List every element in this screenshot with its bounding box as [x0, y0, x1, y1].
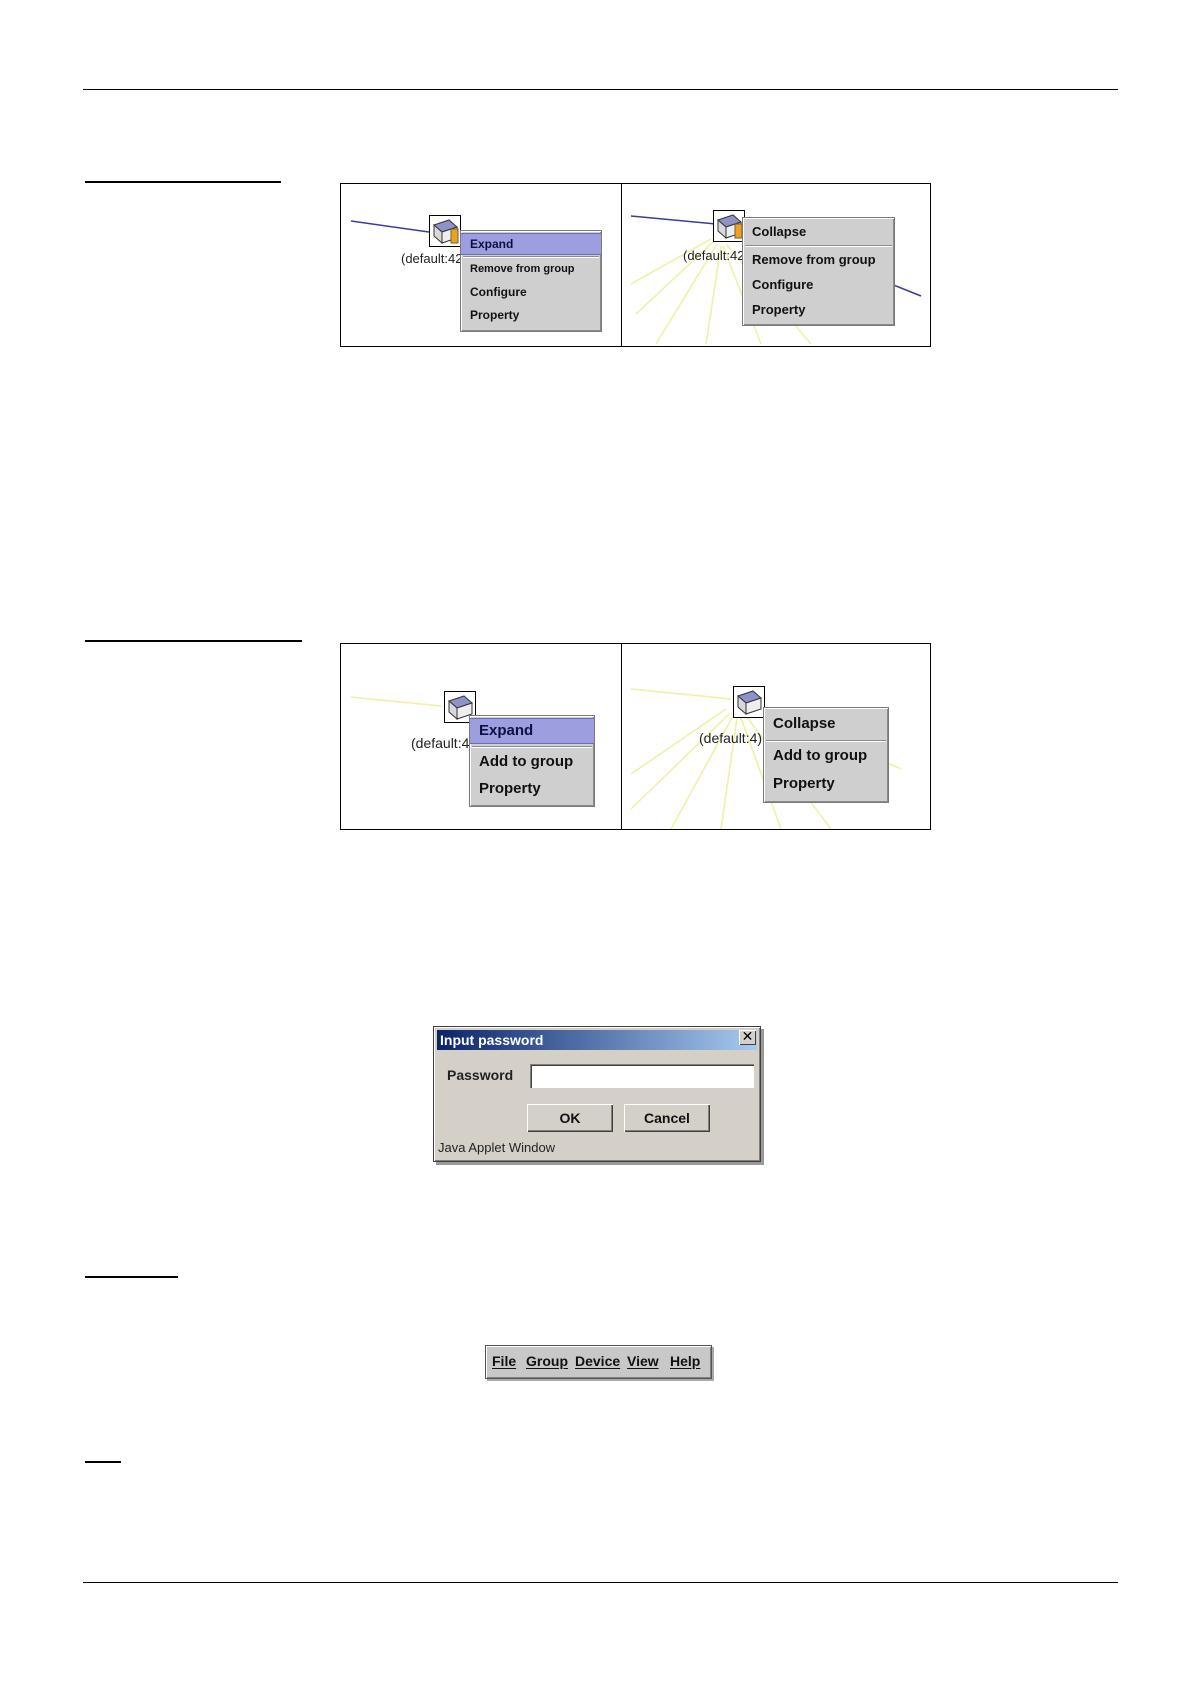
menu-item-add-to-group[interactable]: Add to group — [764, 744, 888, 768]
switch-device-icon[interactable] — [733, 686, 765, 718]
menu-item-property[interactable]: Property — [764, 772, 888, 796]
device-label: (default:4 — [411, 735, 470, 751]
menu-item-property[interactable]: Property — [461, 305, 601, 325]
menu-item-property[interactable]: Property — [470, 777, 594, 801]
menu-item-collapse[interactable]: Collapse — [743, 221, 894, 243]
menu-item-configure[interactable]: Configure — [743, 274, 894, 296]
menu-help[interactable]: Help — [670, 1353, 700, 1369]
cancel-button[interactable]: Cancel — [624, 1104, 710, 1132]
menu-view[interactable]: View — [627, 1353, 659, 1369]
applet-status-text: Java Applet Window — [438, 1140, 556, 1155]
panel-divider — [621, 644, 622, 829]
password-input[interactable] — [530, 1064, 754, 1088]
password-label: Password — [447, 1067, 514, 1083]
menu-item-remove-from-group[interactable]: Remove from group — [743, 249, 894, 271]
device-context-menu: Collapse Remove from group Configure Pro… — [742, 217, 895, 326]
figure-group-menu-screenshot: (default:42 Expand Remove from group Con… — [340, 183, 931, 347]
menu-item-collapse[interactable]: Collapse — [764, 712, 888, 736]
password-dialog: Input password ✕ Password OK Cancel Java… — [433, 1026, 761, 1162]
menu-separator — [472, 746, 592, 748]
menu-item-configure[interactable]: Configure — [461, 282, 601, 302]
section-underline-1 — [85, 181, 281, 183]
menu-item-add-to-group[interactable]: Add to group — [470, 750, 594, 774]
switch-device-icon[interactable] — [429, 215, 461, 247]
figure-device-menu-screenshot: (default:4 Expand Add to group Property … — [340, 643, 931, 830]
close-icon[interactable]: ✕ — [739, 1030, 756, 1045]
section-underline-4 — [85, 1461, 121, 1463]
device-context-menu: Expand Add to group Property — [469, 715, 595, 807]
menu-device[interactable]: Device — [575, 1353, 620, 1369]
ok-button[interactable]: OK — [527, 1104, 613, 1132]
section-underline-2 — [85, 640, 302, 642]
section-underline-3 — [85, 1276, 178, 1278]
menu-item-remove-from-group[interactable]: Remove from group — [461, 259, 601, 279]
device-label: (default:42 — [683, 248, 745, 263]
device-label: (default:42 — [401, 251, 463, 266]
menu-separator — [745, 245, 892, 247]
menu-item-expand[interactable]: Expand — [470, 718, 594, 744]
menu-separator — [766, 740, 886, 742]
menu-group[interactable]: Group — [526, 1353, 568, 1369]
dialog-title-bar: Input password — [437, 1030, 757, 1050]
menu-item-property[interactable]: Property — [743, 299, 894, 321]
main-menu-bar: File Group Device View Help — [485, 1345, 712, 1379]
header-rule — [83, 89, 1118, 90]
menu-item-expand[interactable]: Expand — [461, 233, 601, 255]
panel-divider — [621, 184, 622, 346]
switch-device-icon[interactable] — [713, 210, 745, 242]
menu-file[interactable]: File — [492, 1353, 516, 1369]
footer-rule — [83, 1582, 1118, 1583]
device-label: (default:4) — [699, 730, 763, 746]
dialog-title: Input password — [440, 1032, 544, 1048]
menu-separator — [463, 256, 599, 258]
device-context-menu: Expand Remove from group Configure Prope… — [460, 230, 602, 332]
device-context-menu: Collapse Add to group Property — [763, 707, 889, 803]
